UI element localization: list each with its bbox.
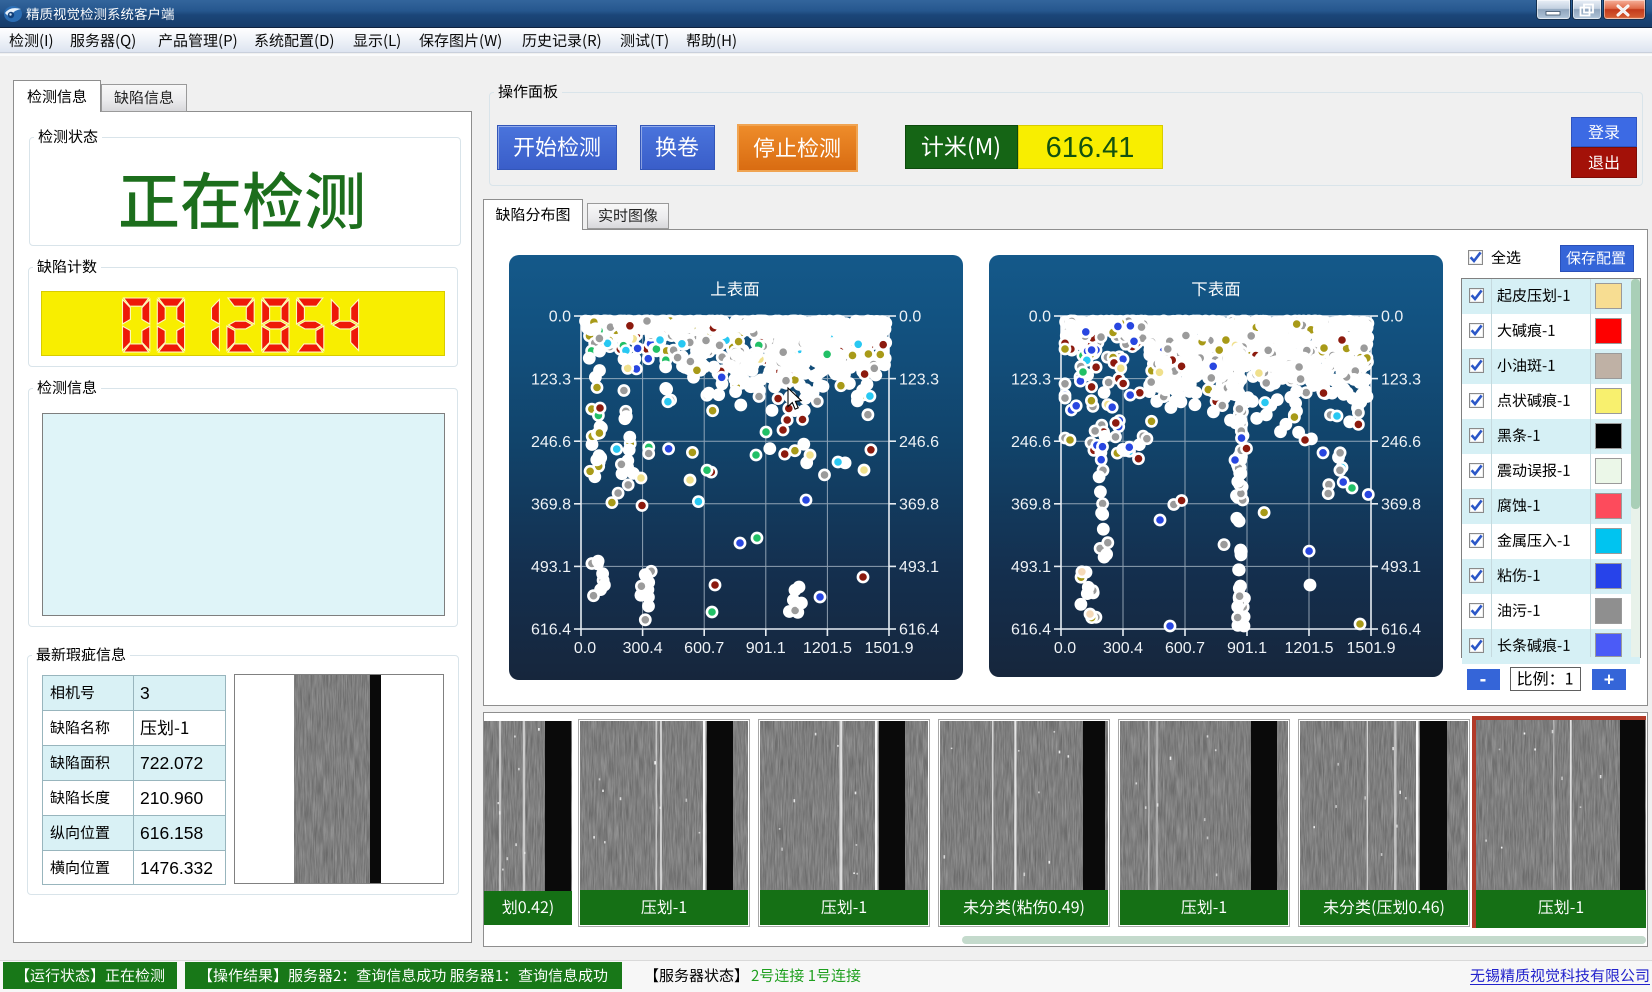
svg-text:1476.332: 1476.332 xyxy=(140,858,213,878)
svg-text:300.4: 300.4 xyxy=(623,640,663,657)
svg-text:600.7: 600.7 xyxy=(684,640,724,657)
svg-text:616.4: 616.4 xyxy=(531,622,571,639)
svg-text:300.4: 300.4 xyxy=(1103,640,1143,657)
svg-text:123.3: 123.3 xyxy=(1381,371,1421,388)
svg-text:901.1: 901.1 xyxy=(1227,640,1267,657)
svg-text:616.41: 616.41 xyxy=(1046,132,1135,164)
svg-text:722.072: 722.072 xyxy=(140,753,203,773)
svg-text:1501.9: 1501.9 xyxy=(865,640,914,657)
svg-text:493.1: 493.1 xyxy=(531,559,571,576)
svg-text:493.1: 493.1 xyxy=(899,559,939,576)
svg-text:+: + xyxy=(1604,670,1615,690)
svg-text:369.8: 369.8 xyxy=(1381,497,1421,514)
svg-text:901.1: 901.1 xyxy=(746,640,786,657)
svg-text:369.8: 369.8 xyxy=(1011,497,1051,514)
svg-text:1201.5: 1201.5 xyxy=(803,640,852,657)
svg-text:369.8: 369.8 xyxy=(531,497,571,514)
svg-text:1201.5: 1201.5 xyxy=(1285,640,1334,657)
svg-text:600.7: 600.7 xyxy=(1165,640,1205,657)
svg-text:246.6: 246.6 xyxy=(1011,434,1051,451)
svg-text:616.158: 616.158 xyxy=(140,823,203,843)
svg-text:369.8: 369.8 xyxy=(899,497,939,514)
svg-text:123.3: 123.3 xyxy=(531,371,571,388)
svg-text:-: - xyxy=(1480,669,1487,691)
svg-text:246.6: 246.6 xyxy=(899,434,939,451)
svg-text:616.4: 616.4 xyxy=(899,622,939,639)
svg-text:246.6: 246.6 xyxy=(1381,434,1421,451)
svg-text:0.0: 0.0 xyxy=(899,309,921,326)
svg-text:616.4: 616.4 xyxy=(1011,622,1051,639)
svg-text:493.1: 493.1 xyxy=(1011,559,1051,576)
svg-text:0.0: 0.0 xyxy=(574,640,596,657)
svg-text:210.960: 210.960 xyxy=(140,788,204,808)
svg-text:493.1: 493.1 xyxy=(1381,559,1421,576)
svg-text:3: 3 xyxy=(140,683,150,703)
svg-text:246.6: 246.6 xyxy=(531,434,571,451)
svg-text:123.3: 123.3 xyxy=(899,371,939,388)
svg-text:123.3: 123.3 xyxy=(1011,371,1051,388)
svg-text:0.0: 0.0 xyxy=(1381,309,1403,326)
svg-text:0.0: 0.0 xyxy=(1029,309,1051,326)
svg-text:0.0: 0.0 xyxy=(1054,640,1076,657)
svg-text:1501.9: 1501.9 xyxy=(1347,640,1396,657)
svg-text:616.4: 616.4 xyxy=(1381,622,1421,639)
svg-text:0.0: 0.0 xyxy=(549,309,571,326)
